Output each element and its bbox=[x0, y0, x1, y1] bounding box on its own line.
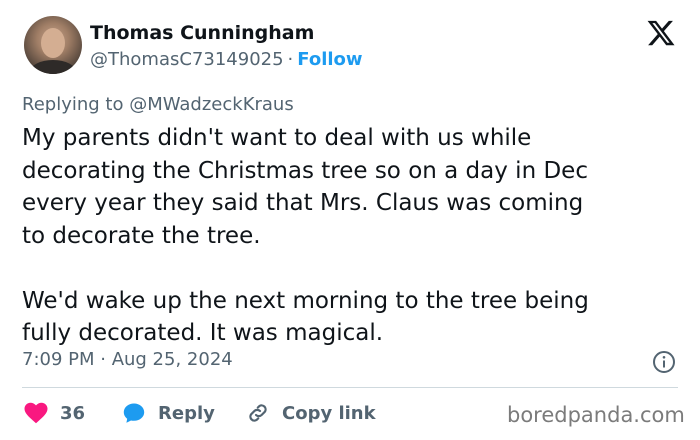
reply-button[interactable]: Reply bbox=[122, 400, 215, 426]
reply-mention-link[interactable]: @MWadzeckKraus bbox=[129, 94, 294, 115]
author-handle[interactable]: @ThomasC73149025 bbox=[90, 49, 284, 70]
replying-to: Replying to @MWadzeckKraus bbox=[22, 94, 294, 115]
tweet-text: My parents didn't want to deal with us w… bbox=[22, 125, 589, 346]
heart-icon bbox=[24, 402, 48, 424]
x-logo-icon[interactable] bbox=[645, 18, 677, 48]
reply-bubble-icon bbox=[123, 403, 145, 423]
like-count: 36 bbox=[60, 402, 86, 424]
follow-button[interactable]: Follow bbox=[297, 49, 362, 70]
replying-prefix: Replying to bbox=[22, 94, 124, 115]
link-icon bbox=[249, 404, 267, 422]
tweet-timestamp[interactable]: 7:09 PM · Aug 25, 2024 bbox=[22, 349, 233, 370]
avatar-shirt bbox=[30, 60, 76, 74]
author-name[interactable]: Thomas Cunningham bbox=[90, 22, 314, 44]
reply-label: Reply bbox=[158, 402, 215, 424]
watermark: boredpanda.com bbox=[507, 403, 685, 427]
copy-link-label: Copy link bbox=[282, 402, 376, 424]
separator-dot: · bbox=[287, 49, 294, 70]
info-icon[interactable] bbox=[652, 350, 676, 374]
avatar[interactable] bbox=[24, 16, 82, 74]
like-button[interactable]: 36 bbox=[24, 400, 85, 426]
avatar-face bbox=[41, 28, 65, 58]
author-handle-row: @ThomasC73149025 · Follow bbox=[90, 49, 363, 70]
divider bbox=[22, 387, 678, 388]
copy-link-button[interactable]: Copy link bbox=[246, 400, 376, 426]
